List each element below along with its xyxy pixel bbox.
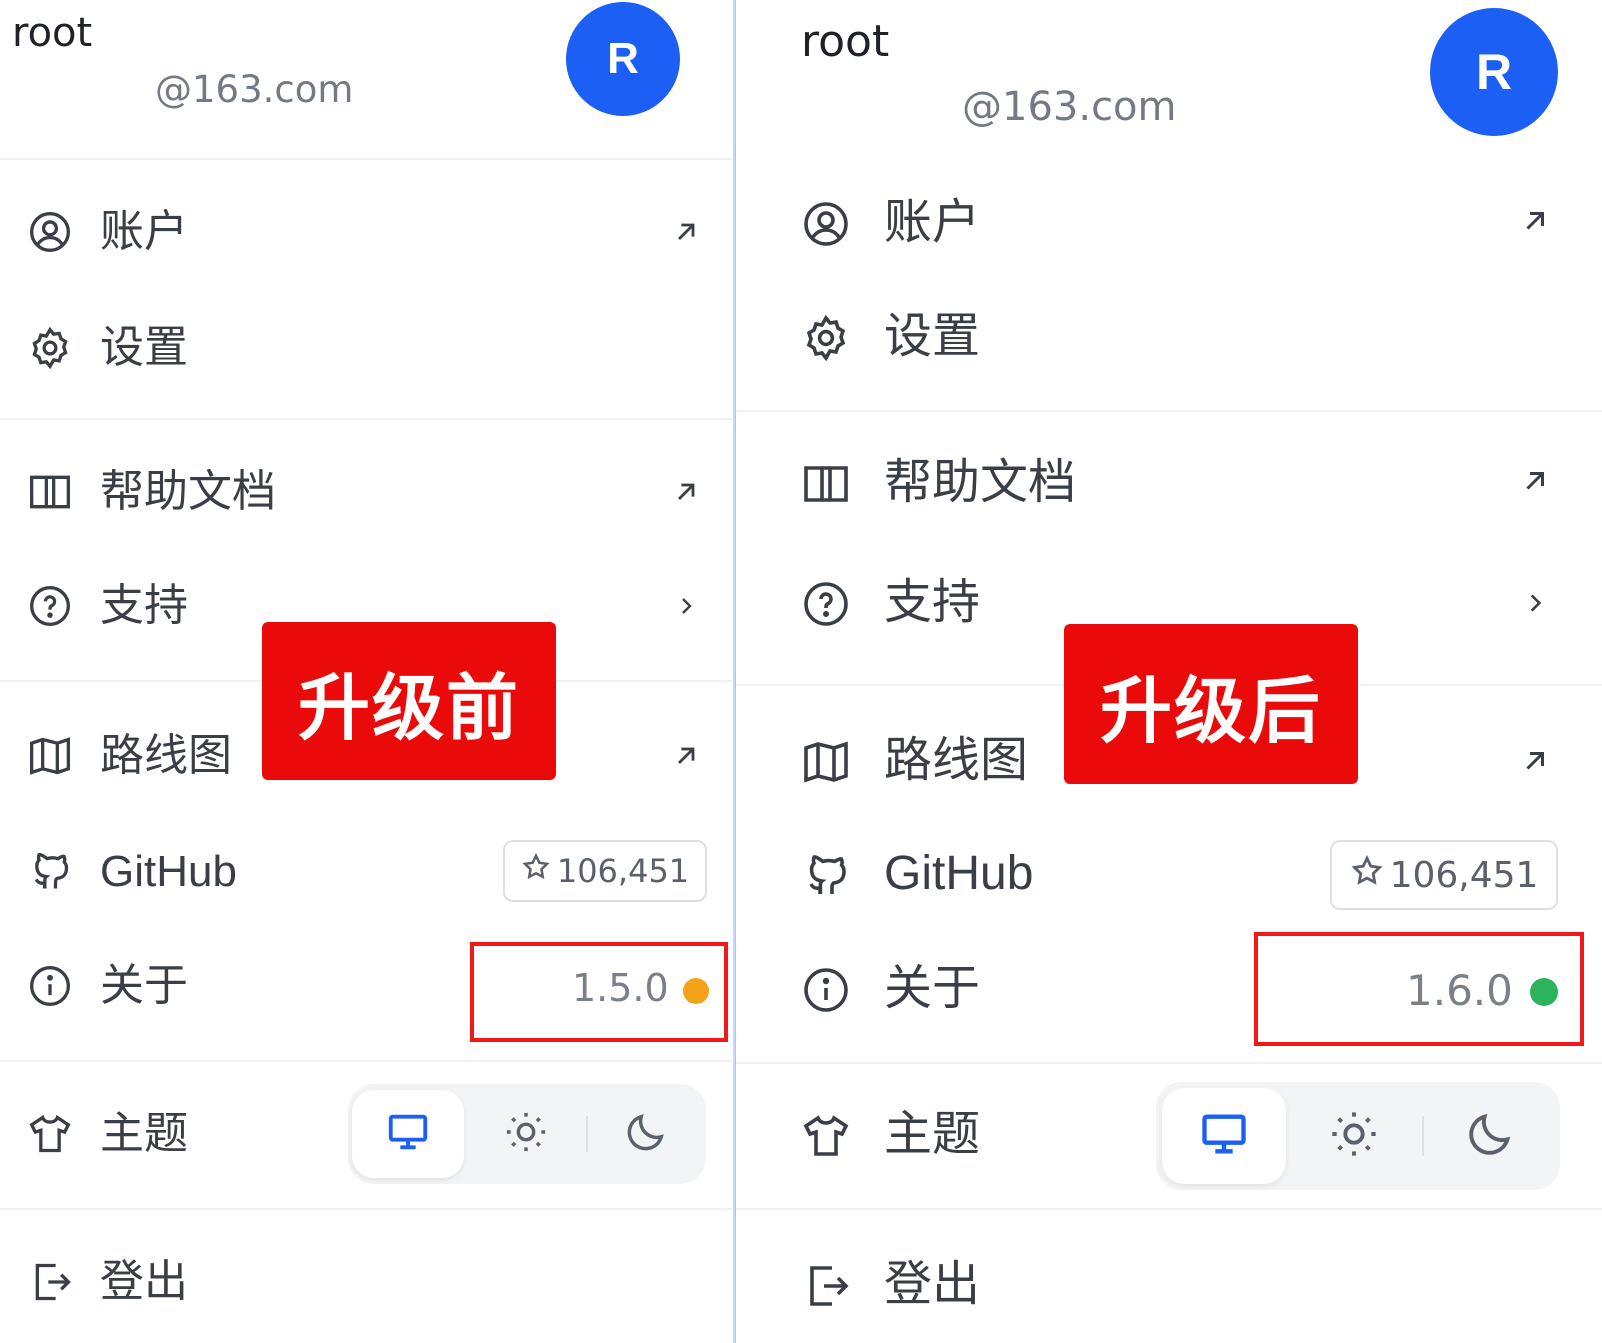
shirt-icon <box>802 1112 850 1160</box>
star-icon <box>521 852 551 890</box>
menu-label: 主题 <box>100 1108 188 1159</box>
external-arrow-icon <box>1520 206 1550 240</box>
external-arrow-icon <box>672 218 700 250</box>
user-circle-icon <box>28 210 72 254</box>
menu-panel-before: root @163.com R 账户 设置 帮助文档 支持 路线图 GitHub… <box>0 0 736 1343</box>
menu-label: 主题 <box>884 1106 981 1162</box>
menu-label: GitHub <box>100 847 237 896</box>
menu-item-settings[interactable]: 设置 <box>0 318 736 378</box>
highlight-box <box>1254 932 1584 1046</box>
divider <box>736 1062 1602 1064</box>
github-star-count[interactable]: 106,451 <box>503 840 707 902</box>
theme-system-button[interactable] <box>1162 1088 1286 1184</box>
book-icon <box>28 470 72 514</box>
question-icon <box>28 584 72 628</box>
divider <box>0 158 736 160</box>
menu-label: 帮助文档 <box>884 454 1077 510</box>
upgrade-after-tag: 升级后 <box>1064 624 1358 784</box>
map-icon <box>28 734 72 778</box>
chevron-right-icon <box>1522 588 1548 622</box>
external-arrow-icon <box>1520 746 1550 780</box>
sun-icon <box>1328 1108 1380 1164</box>
menu-item-logout[interactable]: 登出 <box>0 1250 736 1314</box>
menu-item-account[interactable]: 账户 <box>0 200 736 260</box>
email: @163.com <box>962 84 1177 130</box>
menu-item-github[interactable]: GitHub 106,451 <box>0 840 736 904</box>
chevron-right-icon <box>674 592 698 624</box>
avatar[interactable]: R <box>1430 8 1558 136</box>
menu-item-logout[interactable]: 登出 <box>736 1252 1602 1322</box>
map-icon <box>802 738 850 786</box>
menu-label: 关于 <box>884 960 981 1016</box>
menu-label: GitHub <box>884 847 1034 900</box>
monitor-icon <box>1198 1108 1250 1164</box>
menu-label: 帮助文档 <box>100 466 276 517</box>
divider <box>0 418 736 420</box>
sun-icon <box>503 1109 549 1159</box>
star-icon <box>1350 854 1384 897</box>
divider <box>0 1208 736 1210</box>
theme-light-button[interactable] <box>1292 1088 1416 1184</box>
menu-label: 登出 <box>100 1256 188 1307</box>
menu-item-help-docs[interactable]: 帮助文档 <box>0 462 736 522</box>
gear-icon <box>802 314 850 362</box>
divider <box>0 1060 736 1062</box>
book-icon <box>802 460 850 508</box>
divider <box>736 410 1602 412</box>
theme-switch <box>1156 1082 1560 1190</box>
logout-icon <box>30 1260 74 1304</box>
star-count: 106,451 <box>556 852 690 890</box>
email: @163.com <box>155 68 354 111</box>
github-icon <box>802 852 850 900</box>
theme-switch <box>348 1084 706 1184</box>
menu-label: 路线图 <box>100 730 232 781</box>
menu-item-theme: 主题 <box>0 1084 736 1184</box>
menu-label: 账户 <box>884 194 981 250</box>
menu-item-help-docs[interactable]: 帮助文档 <box>736 452 1602 516</box>
monitor-icon <box>385 1109 431 1159</box>
menu-label: 账户 <box>100 206 188 257</box>
star-count: 106,451 <box>1389 854 1539 896</box>
moon-icon <box>623 1109 669 1159</box>
avatar[interactable]: R <box>566 2 680 116</box>
username: root <box>801 16 890 67</box>
theme-dark-button[interactable] <box>1428 1088 1552 1184</box>
shirt-icon <box>28 1112 72 1156</box>
username: root <box>12 10 93 56</box>
question-icon <box>802 580 850 628</box>
moon-icon <box>1464 1108 1516 1164</box>
menu-panel-after: root @163.com R 账户 设置 帮助文档 支持 路线图 GitHub… <box>736 0 1602 1343</box>
upgrade-before-tag: 升级前 <box>262 622 556 780</box>
divider <box>736 1208 1602 1210</box>
menu-item-settings[interactable]: 设置 <box>736 306 1602 370</box>
github-icon <box>28 850 72 894</box>
external-arrow-icon <box>672 742 700 774</box>
menu-label: 设置 <box>884 308 981 364</box>
external-arrow-icon <box>1520 466 1550 500</box>
user-circle-icon <box>802 200 850 248</box>
highlight-box <box>470 942 728 1042</box>
theme-light-button[interactable] <box>470 1090 582 1178</box>
menu-item-account[interactable]: 账户 <box>736 192 1602 256</box>
menu-item-theme: 主题 <box>736 1082 1602 1190</box>
theme-divider <box>586 1116 588 1152</box>
menu-label: 关于 <box>100 960 188 1011</box>
gear-icon <box>28 326 72 370</box>
info-icon <box>802 966 850 1014</box>
menu-label: 设置 <box>100 322 188 373</box>
info-icon <box>28 964 72 1008</box>
menu-label: 登出 <box>884 1256 981 1312</box>
theme-system-button[interactable] <box>352 1090 464 1178</box>
menu-label: 支持 <box>100 580 188 631</box>
external-arrow-icon <box>672 478 700 510</box>
menu-item-github[interactable]: GitHub 106,451 <box>736 840 1602 910</box>
menu-label: 支持 <box>884 574 981 630</box>
menu-label: 路线图 <box>884 732 1029 788</box>
logout-icon <box>804 1262 852 1310</box>
theme-dark-button[interactable] <box>590 1090 702 1178</box>
theme-divider <box>1422 1116 1424 1156</box>
github-star-count[interactable]: 106,451 <box>1330 840 1558 910</box>
